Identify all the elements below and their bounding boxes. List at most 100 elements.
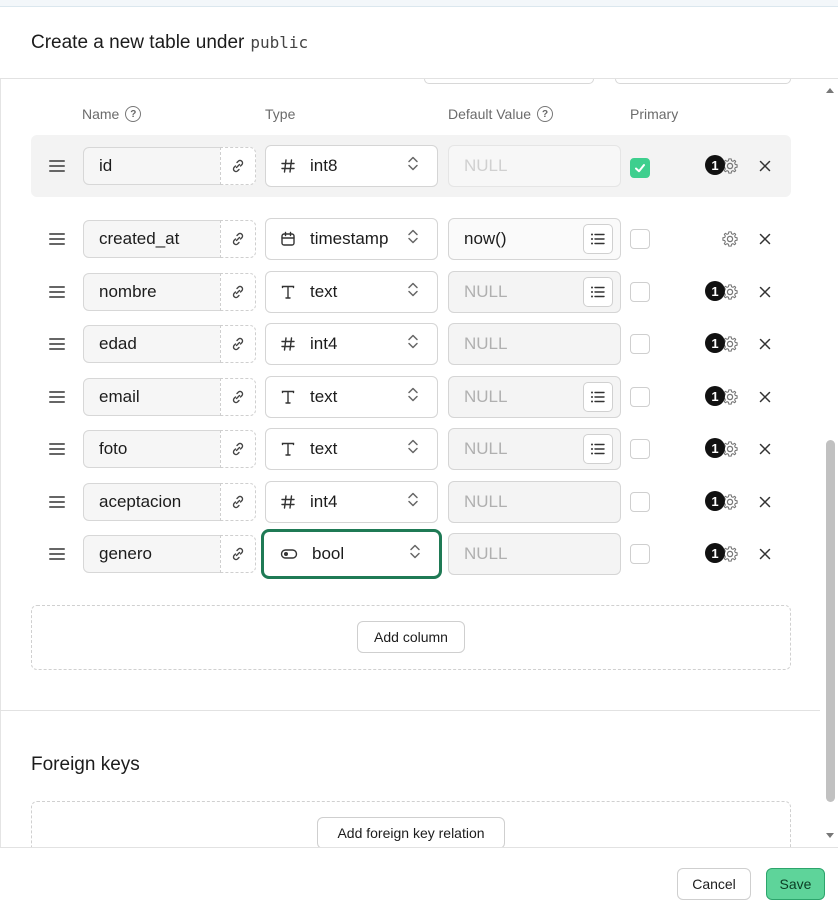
notification-badge: 1 bbox=[705, 333, 725, 353]
primary-key-checkbox[interactable] bbox=[630, 229, 650, 249]
notification-badge: 1 bbox=[705, 281, 725, 301]
notification-badge: 1 bbox=[705, 386, 725, 406]
foreign-keys-title: Foreign keys bbox=[31, 754, 140, 775]
drag-handle-icon[interactable] bbox=[49, 443, 65, 455]
schema-name: public bbox=[250, 33, 309, 52]
primary-key-checkbox[interactable] bbox=[630, 282, 650, 302]
cancel-button[interactable]: Cancel bbox=[677, 868, 751, 900]
chevron-up-down-icon bbox=[407, 228, 419, 251]
drag-handle-icon[interactable] bbox=[49, 286, 65, 298]
column-type-select[interactable]: int4 bbox=[265, 481, 438, 523]
column-type-select[interactable]: timestamp bbox=[265, 218, 438, 260]
calendar-icon bbox=[280, 231, 296, 247]
column-settings-gear-icon[interactable] bbox=[720, 229, 740, 249]
help-icon[interactable]: ? bbox=[125, 106, 142, 122]
remove-column-close-icon[interactable] bbox=[757, 546, 773, 562]
drag-handle-icon[interactable] bbox=[49, 391, 65, 403]
notification-badge: 1 bbox=[705, 438, 725, 458]
chevron-up-down-icon bbox=[409, 543, 421, 566]
text-type-icon bbox=[280, 389, 296, 405]
default-value-input[interactable]: NULL bbox=[448, 481, 621, 523]
suggestions-list-icon[interactable] bbox=[583, 434, 613, 464]
suggestions-list-icon[interactable] bbox=[583, 382, 613, 412]
chevron-up-down-icon bbox=[407, 491, 419, 514]
default-value-input[interactable]: now() bbox=[448, 218, 621, 260]
hash-icon bbox=[280, 494, 296, 510]
link-icon[interactable] bbox=[220, 147, 256, 185]
primary-key-checkbox[interactable] bbox=[630, 158, 650, 178]
notification-badge: 1 bbox=[705, 155, 725, 175]
drag-handle-icon[interactable] bbox=[49, 338, 65, 350]
link-icon[interactable] bbox=[220, 273, 256, 311]
chevron-up-down-icon bbox=[407, 281, 419, 304]
column-name-input[interactable]: created_at bbox=[83, 220, 221, 258]
suggestions-list-icon[interactable] bbox=[583, 224, 613, 254]
column-name-input[interactable]: foto bbox=[83, 430, 221, 468]
primary-key-checkbox[interactable] bbox=[630, 439, 650, 459]
column-name-input[interactable]: edad bbox=[83, 325, 221, 363]
column-header-default: Default Value ? bbox=[448, 106, 554, 122]
default-value-input[interactable]: NULL bbox=[448, 428, 621, 470]
column-name-input[interactable]: aceptacion bbox=[83, 483, 221, 521]
default-value-input[interactable]: NULL bbox=[448, 376, 621, 418]
add-column-button[interactable]: Add column bbox=[357, 621, 465, 653]
column-name-input[interactable]: email bbox=[83, 378, 221, 416]
link-icon[interactable] bbox=[220, 430, 256, 468]
drag-handle-icon[interactable] bbox=[49, 496, 65, 508]
default-value-input[interactable]: NULL bbox=[448, 145, 621, 187]
link-icon[interactable] bbox=[220, 378, 256, 416]
remove-column-close-icon[interactable] bbox=[757, 336, 773, 352]
column-name-input[interactable]: nombre bbox=[83, 273, 221, 311]
link-icon[interactable] bbox=[220, 325, 256, 363]
add-foreign-key-button[interactable]: Add foreign key relation bbox=[317, 817, 505, 849]
drag-handle-icon[interactable] bbox=[49, 160, 65, 172]
primary-key-checkbox[interactable] bbox=[630, 387, 650, 407]
chevron-up-down-icon bbox=[407, 386, 419, 409]
chevron-up-down-icon bbox=[407, 155, 419, 178]
remove-column-close-icon[interactable] bbox=[757, 389, 773, 405]
primary-key-checkbox[interactable] bbox=[630, 544, 650, 564]
primary-key-checkbox[interactable] bbox=[630, 492, 650, 512]
scrollbar-thumb[interactable] bbox=[826, 440, 835, 802]
text-type-icon bbox=[280, 284, 296, 300]
column-type-value: int4 bbox=[310, 492, 338, 511]
column-type-select[interactable]: bool bbox=[261, 529, 442, 579]
text-type-icon bbox=[280, 441, 296, 457]
suggestions-list-icon[interactable] bbox=[583, 277, 613, 307]
default-value-input[interactable]: NULL bbox=[448, 271, 621, 313]
scroll-down-icon[interactable] bbox=[823, 831, 837, 841]
column-name-input[interactable]: id bbox=[83, 147, 221, 185]
column-type-select[interactable]: int8 bbox=[265, 145, 438, 187]
drag-handle-icon[interactable] bbox=[49, 548, 65, 560]
remove-column-close-icon[interactable] bbox=[757, 441, 773, 457]
scroll-up-icon[interactable] bbox=[823, 85, 837, 95]
column-type-select[interactable]: text bbox=[265, 271, 438, 313]
chevron-up-down-icon bbox=[407, 438, 419, 461]
panel-title: Create a new table under public bbox=[31, 32, 309, 53]
chevron-up-down-icon bbox=[407, 333, 419, 356]
column-type-select[interactable]: text bbox=[265, 376, 438, 418]
primary-key-checkbox[interactable] bbox=[630, 334, 650, 354]
column-type-select[interactable]: int4 bbox=[265, 323, 438, 365]
clipped-input-edge bbox=[424, 79, 594, 84]
column-type-select[interactable]: text bbox=[265, 428, 438, 470]
column-row-id: id int8 NULL 1 bbox=[31, 135, 791, 197]
remove-column-close-icon[interactable] bbox=[757, 494, 773, 510]
remove-column-close-icon[interactable] bbox=[757, 231, 773, 247]
link-icon[interactable] bbox=[220, 535, 256, 573]
remove-column-close-icon[interactable] bbox=[757, 284, 773, 300]
column-type-value: int4 bbox=[310, 334, 338, 353]
help-icon[interactable]: ? bbox=[537, 106, 554, 122]
default-value-input[interactable]: NULL bbox=[448, 323, 621, 365]
link-icon[interactable] bbox=[220, 220, 256, 258]
column-name-input[interactable]: genero bbox=[83, 535, 221, 573]
column-header-primary: Primary bbox=[630, 106, 679, 122]
hash-icon bbox=[280, 158, 296, 174]
remove-column-close-icon[interactable] bbox=[757, 158, 773, 174]
link-icon[interactable] bbox=[220, 483, 256, 521]
hash-icon bbox=[280, 336, 296, 352]
default-value-input[interactable]: NULL bbox=[448, 533, 621, 575]
drag-handle-icon[interactable] bbox=[49, 233, 65, 245]
save-button[interactable]: Save bbox=[766, 868, 825, 900]
section-divider bbox=[0, 710, 820, 711]
